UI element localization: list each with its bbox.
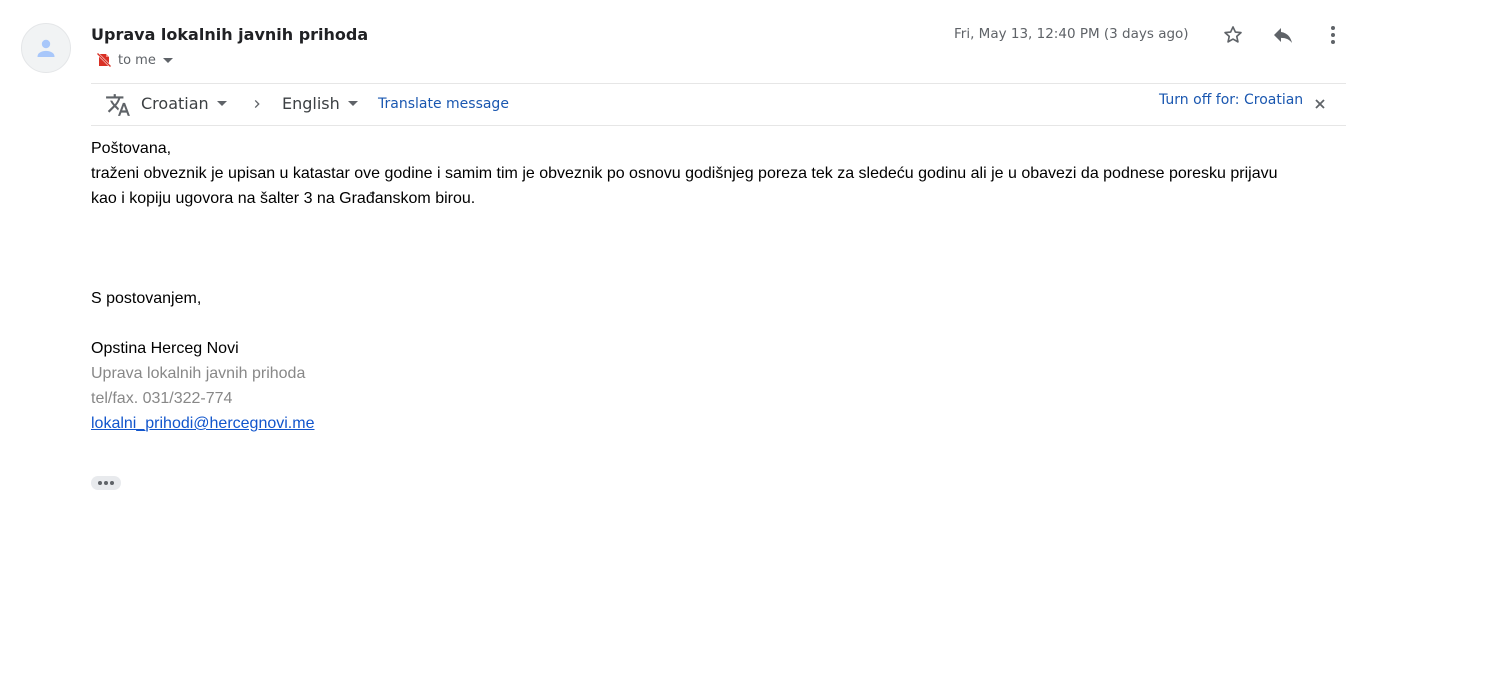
body-greeting: Poštovana, — [91, 140, 172, 157]
sender-name[interactable]: Uprava lokalnih javnih prihoda — [91, 25, 368, 44]
body-closing: S postovanjem, — [91, 290, 202, 307]
translate-message-link[interactable]: Translate message — [378, 96, 509, 112]
close-icon[interactable] — [1314, 98, 1326, 110]
dot — [110, 481, 114, 485]
chevron-down-icon — [216, 101, 227, 106]
target-language-select[interactable]: English — [282, 94, 358, 113]
target-language-label: English — [282, 94, 340, 113]
signature-email-link[interactable]: lokalni_prihodi@hercegnovi.me — [91, 415, 314, 432]
unverified-sender-icon[interactable] — [95, 51, 113, 69]
chevron-down-icon — [347, 101, 358, 106]
source-language-select[interactable]: Croatian — [141, 94, 227, 113]
person-icon — [37, 39, 55, 57]
chevron-right-icon — [249, 96, 265, 112]
signature-org: Opstina Herceg Novi — [91, 340, 239, 357]
more-options-button[interactable] — [1318, 20, 1348, 50]
recipient-details[interactable]: to me — [95, 50, 173, 70]
signature-phone: tel/fax. 031/322-774 — [91, 390, 233, 407]
more-vert-icon — [1331, 26, 1335, 44]
star-button[interactable] — [1218, 20, 1248, 50]
reply-button[interactable] — [1268, 20, 1298, 50]
chevron-down-icon[interactable] — [162, 57, 173, 63]
dot — [104, 481, 108, 485]
signature-email-row: lokalni_prihodi@hercegnovi.me — [91, 411, 314, 436]
email-date: Fri, May 13, 12:40 PM (3 days ago) — [954, 26, 1189, 42]
source-language-label: Croatian — [141, 94, 209, 113]
reply-icon — [1274, 28, 1292, 43]
recipient-label: to me — [118, 52, 156, 68]
signature-dept: Uprava lokalnih javnih prihoda — [91, 365, 306, 382]
translate-icon — [105, 92, 131, 118]
dot — [98, 481, 102, 485]
body-paragraph-line-1: traženi obveznik je upisan u katastar ov… — [91, 165, 1278, 182]
sender-avatar[interactable] — [21, 23, 71, 73]
translate-bar-bottom-divider — [91, 125, 1346, 126]
body-paragraph-line-2: kao i kopiju ugovora na šalter 3 na Građ… — [91, 190, 476, 207]
translate-bar: Croatian English Translate message Turn … — [91, 84, 1346, 125]
show-trimmed-content-button[interactable] — [91, 476, 121, 490]
turn-off-translation-link[interactable]: Turn off for: Croatian — [1159, 92, 1303, 108]
star-icon — [1224, 26, 1242, 43]
